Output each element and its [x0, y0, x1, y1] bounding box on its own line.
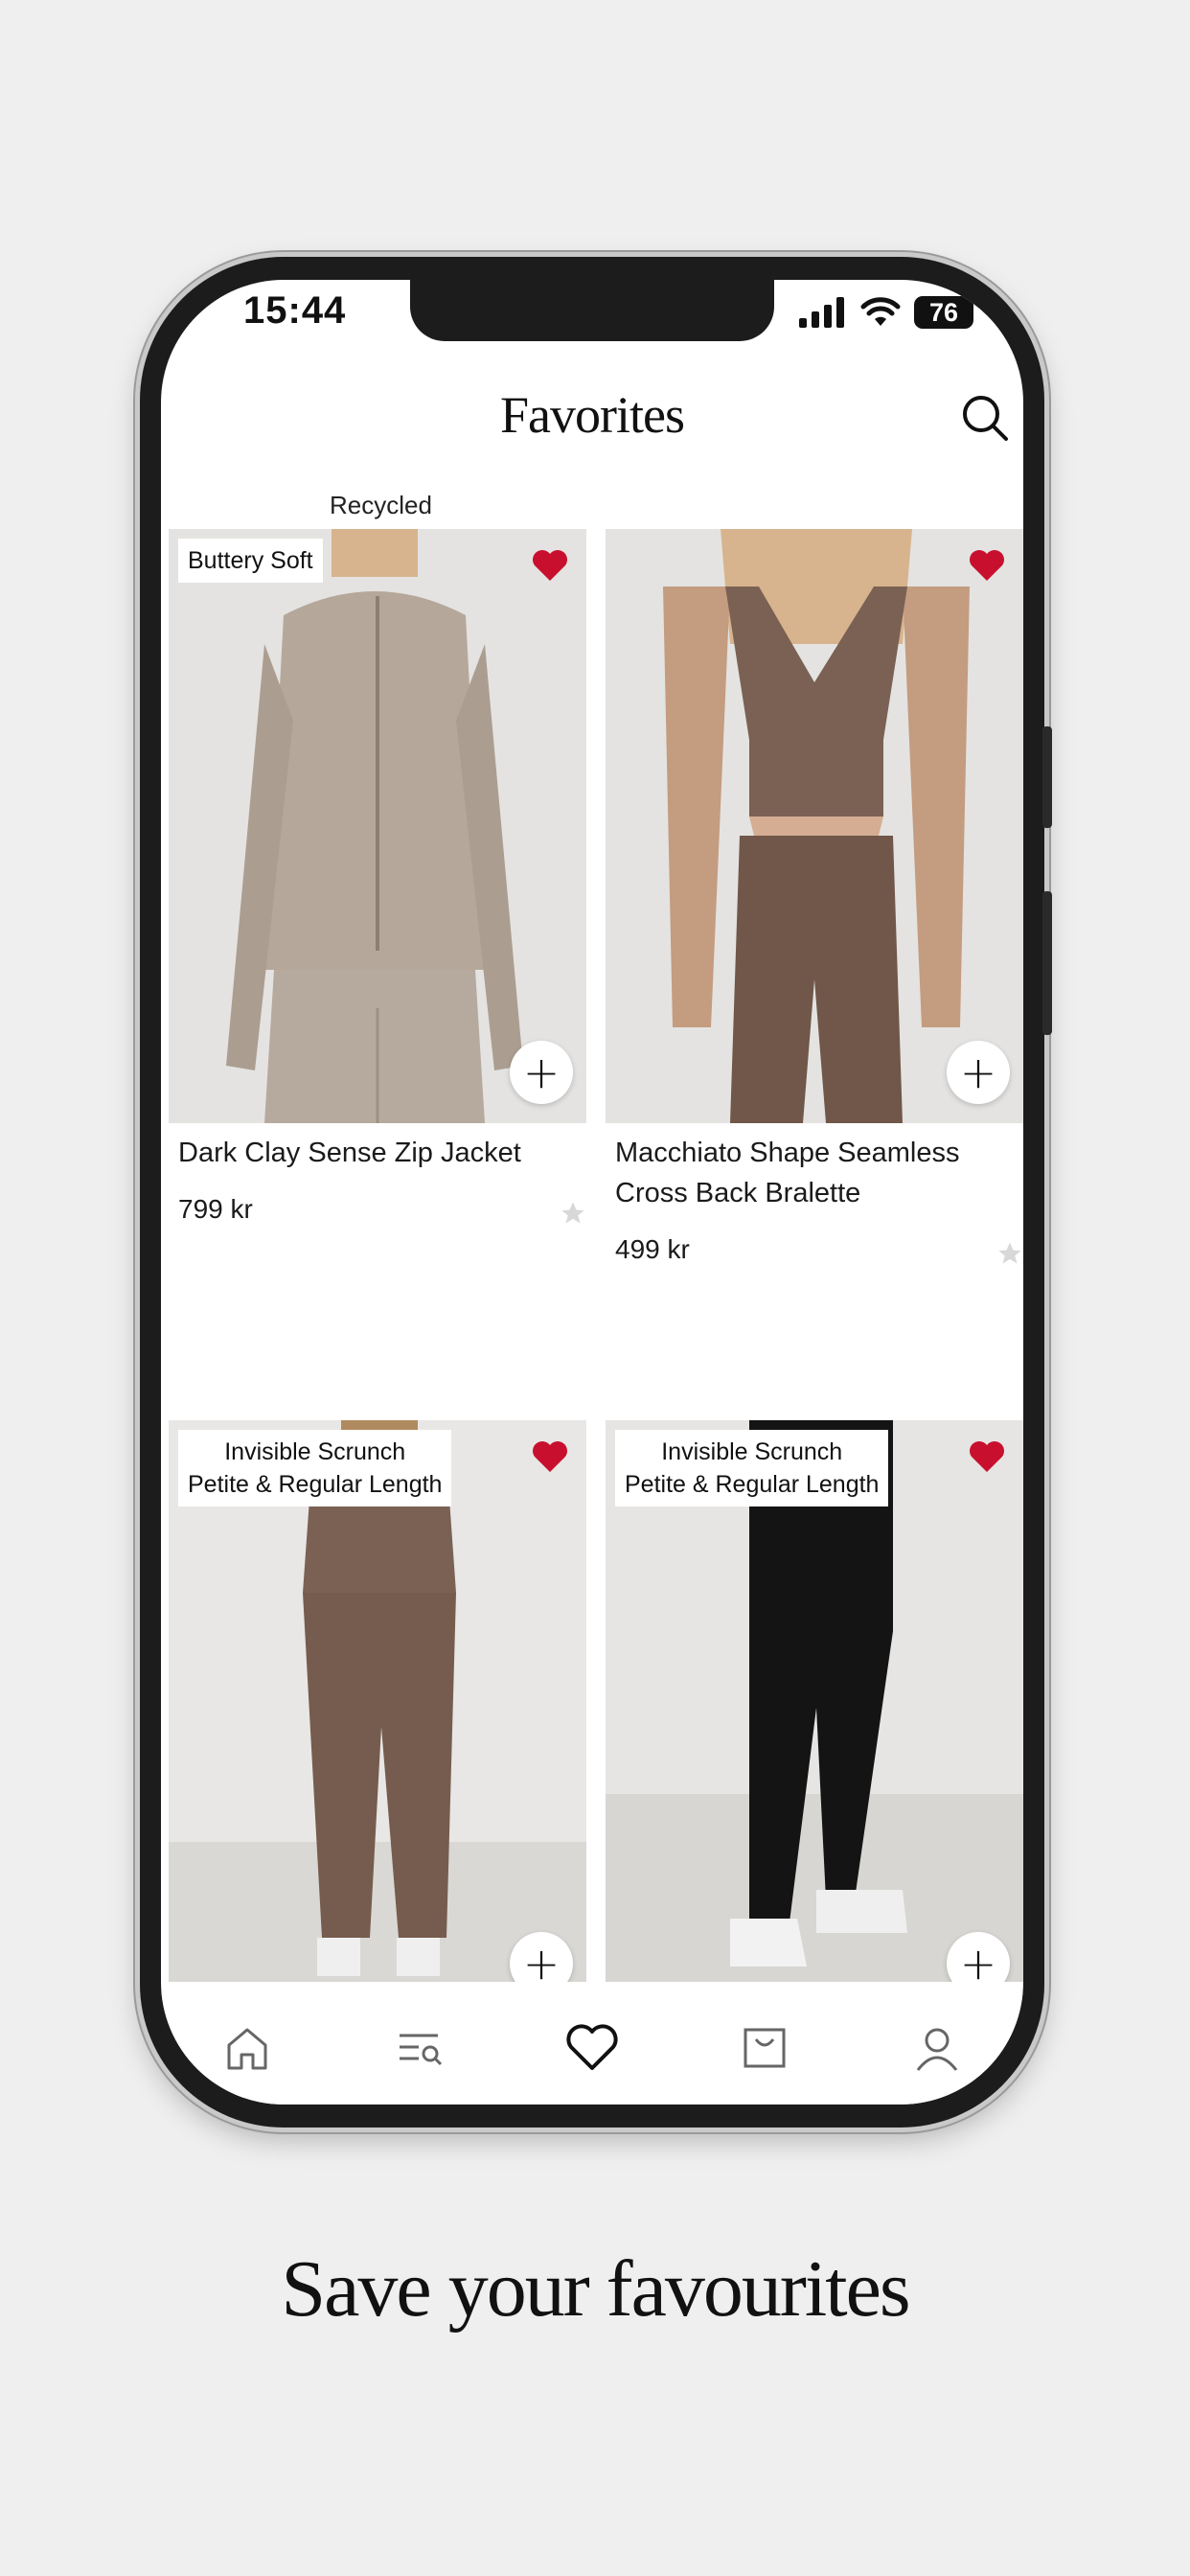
favorite-heart-icon[interactable] [968, 548, 1006, 583]
signal-icon [799, 297, 844, 328]
favorite-heart-icon[interactable] [968, 1439, 1006, 1474]
product-badge: Buttery Soft [178, 539, 323, 583]
heart-icon [566, 2024, 618, 2070]
product-label: Recycled [330, 491, 432, 519]
phone-side-button [1042, 726, 1052, 828]
product-name[interactable]: Macchiato Shape Seamless Cross Back Bral… [615, 1133, 1018, 1213]
product-price: 799 kr [178, 1194, 253, 1224]
product-photo [606, 529, 1023, 1123]
product-badge: Invisible Scrunch Petite & Regular Lengt… [615, 1430, 889, 1506]
favorite-heart-icon[interactable] [531, 1439, 569, 1474]
product-photo [169, 529, 586, 1123]
product-image[interactable]: Invisible Scrunch Petite & Regular Lengt… [606, 1420, 1023, 1982]
header: Favorites [161, 385, 1023, 472]
profile-icon [916, 2028, 958, 2071]
notch [410, 280, 774, 341]
add-to-cart-button[interactable]: + [510, 1041, 573, 1104]
nav-bag[interactable] [721, 2014, 808, 2082]
add-to-cart-button[interactable]: + [947, 1041, 1010, 1104]
rating-star-icon [998, 1242, 1021, 1264]
bottom-nav [161, 1991, 1023, 2104]
phone-screen: 15:44 76 Favorites Recycled Buttery Soft… [161, 280, 1023, 2104]
page-title: Favorites [500, 386, 685, 444]
search-icon [963, 396, 1008, 441]
home-icon [227, 2028, 267, 2070]
product-name[interactable]: Dark Clay Sense Zip Jacket [178, 1133, 581, 1173]
product-image[interactable]: + [606, 529, 1023, 1123]
bag-icon [744, 2028, 786, 2068]
product-image[interactable]: Buttery Soft + [169, 529, 586, 1123]
nav-profile[interactable] [894, 2014, 980, 2082]
search-button[interactable] [956, 389, 1014, 447]
wifi-icon [860, 297, 901, 326]
rating-star-icon [561, 1202, 584, 1224]
nav-browse[interactable] [377, 2014, 463, 2082]
battery-indicator: 76 [914, 296, 973, 329]
status-time: 15:44 [243, 289, 347, 332]
product-badge: Invisible Scrunch Petite & Regular Lengt… [178, 1430, 452, 1506]
status-icons: 76 [799, 291, 973, 334]
product-image[interactable]: Invisible Scrunch Petite & Regular Lengt… [169, 1420, 586, 1982]
nav-home[interactable] [204, 2014, 290, 2082]
phone-side-button [1042, 891, 1052, 1035]
browse-icon [400, 2034, 443, 2066]
promo-caption: Save your favourites [281, 2244, 910, 2334]
nav-favorites[interactable] [549, 2014, 635, 2082]
product-price: 499 kr [615, 1234, 690, 1264]
favorite-heart-icon[interactable] [531, 548, 569, 583]
